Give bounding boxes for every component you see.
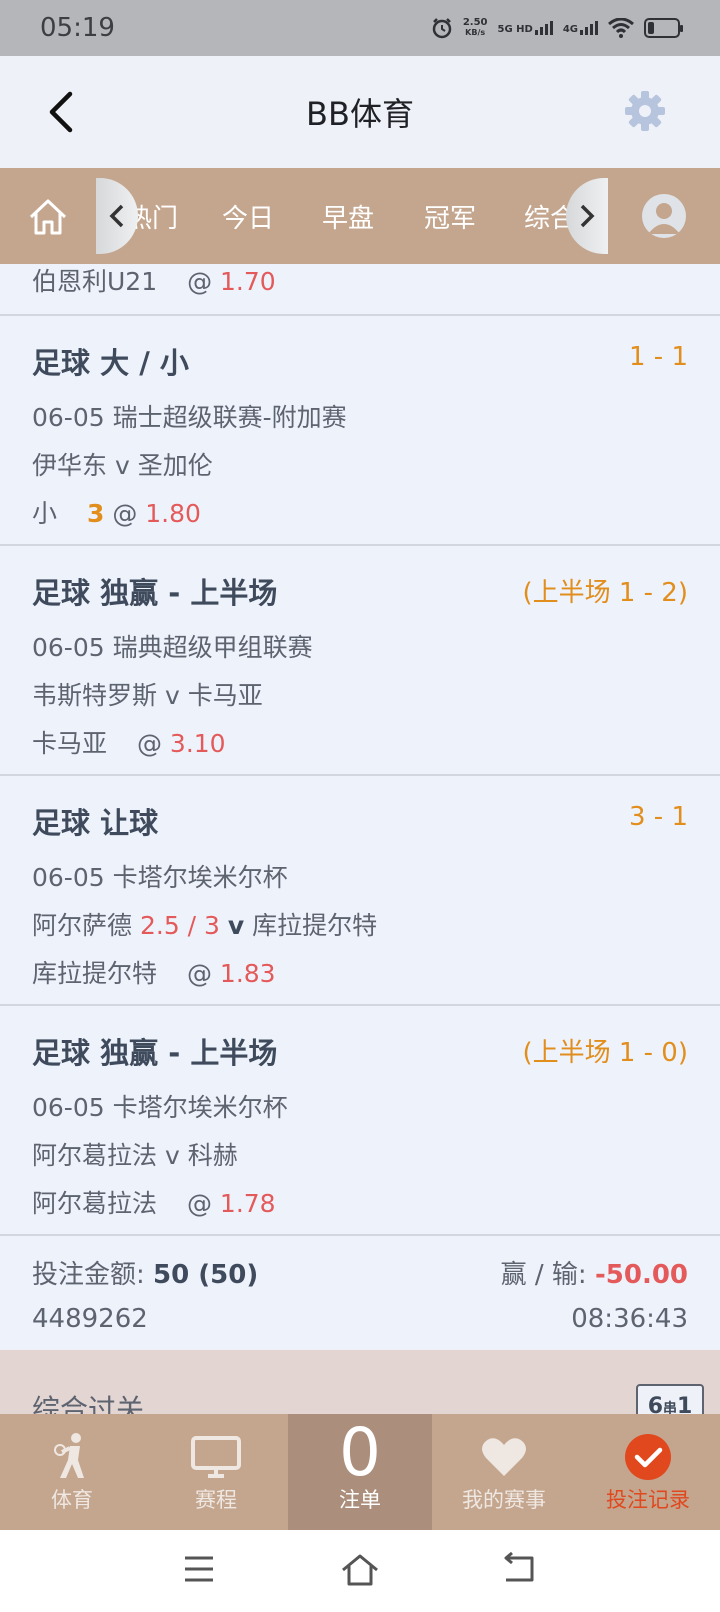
bet-slip-count: 0 — [339, 1414, 381, 1491]
bet-summary: 投注金额: 50 (50) 赢 / 输: -50.00 4489262 08:3… — [0, 1238, 720, 1350]
status-icons: 2.50 KB/s 5G HD 4G — [431, 17, 683, 39]
page-title: BB体育 — [306, 95, 414, 133]
bet-card: 足球 让球 3 - 1 06-05 卡塔尔埃米尔杯 阿尔萨德 2.5 / 3 v… — [0, 778, 720, 1006]
tab-schedule[interactable]: 赛程 — [144, 1414, 288, 1530]
ticket-id: 4489262 — [32, 1304, 148, 1334]
match-league: 06-05 卡塔尔埃米尔杯 — [32, 1093, 288, 1122]
bet-row-partial: 伯恩利U21 @ 1.70 — [0, 264, 720, 316]
status-bar: 05:19 2.50 KB/s 5G HD 4G — [0, 0, 720, 56]
tab-my-events-label: 我的赛事 — [462, 1488, 546, 1512]
tab-bet-records-label: 投注记录 — [606, 1488, 690, 1512]
match-score: (上半场 1 - 0) — [522, 1038, 688, 1068]
home-nav-icon[interactable] — [340, 1552, 380, 1588]
tab-my-events[interactable]: 我的赛事 — [432, 1414, 576, 1530]
match-teams: 伊华东 v 圣加伦 — [32, 451, 213, 480]
match-league: 06-05 瑞典超级甲组联赛 — [32, 633, 313, 662]
tab-early[interactable]: 早盘 — [322, 198, 374, 235]
match-score: 1 - 1 — [629, 342, 688, 372]
bet-type: 足球 独赢 - 上半场 — [32, 1036, 278, 1070]
odds-value: 1.80 — [145, 499, 201, 528]
bet-selection: 小 3 @ 1.80 — [32, 499, 201, 528]
bet-card: 足球 独赢 - 上半场 (上半场 1 - 0) 06-05 卡塔尔埃米尔杯 阿尔… — [0, 1008, 720, 1236]
handicap-value: 2.5 / 3 — [139, 911, 220, 940]
tab-sports-label: 体育 — [51, 1488, 93, 1512]
back-arrow-icon[interactable] — [42, 88, 82, 136]
tab-bet-slip-label: 注单 — [339, 1488, 381, 1512]
odds-value: 3.10 — [169, 729, 226, 758]
battery-icon — [644, 18, 683, 38]
odds-value: 1.78 — [219, 1189, 276, 1218]
bet-type: 足球 让球 — [32, 806, 159, 840]
monitor-icon — [191, 1436, 241, 1478]
app-header: BB体育 — [0, 56, 720, 168]
signal-5g-icon: 5G HD — [498, 21, 553, 35]
system-nav-bar — [0, 1530, 720, 1612]
alarm-icon — [432, 18, 452, 39]
team-name: 伯恩利U21 — [32, 267, 158, 296]
match-league: 06-05 瑞士超级联赛-附加赛 — [32, 403, 347, 432]
match-teams: 阿尔萨德 2.5 / 3 v 库拉提尔特 — [32, 911, 378, 940]
bet-type: 足球 大 / 小 — [32, 346, 189, 380]
bet-selection: 卡马亚 @ 3.10 — [32, 729, 226, 758]
match-teams: 韦斯特罗斯 v 卡马亚 — [32, 681, 263, 710]
parlay-badge: 6串1 — [636, 1384, 704, 1414]
stake-amount: 投注金额: 50 (50) — [32, 1260, 259, 1290]
signal-4g-icon: 4G — [563, 21, 598, 35]
user-avatar-button[interactable] — [642, 194, 686, 238]
bet-selection: 库拉提尔特 @ 1.83 — [32, 959, 276, 988]
tab-bet-slip[interactable]: 0 注单 — [288, 1414, 432, 1530]
tab-schedule-label: 赛程 — [195, 1488, 237, 1512]
wifi-icon — [608, 18, 634, 38]
bet-selection: 阿尔葛拉法 @ 1.78 — [32, 1189, 276, 1218]
category-nav: 热门 今日 早盘 冠军 综合过关 — [0, 168, 720, 264]
basketball-player-icon — [54, 1433, 84, 1478]
menu-icon[interactable] — [182, 1552, 216, 1586]
odds-value: 1.83 — [219, 959, 276, 988]
bet-details: 伯恩利U21 @ 1.70 足球 大 / 小 1 - 1 06-05 瑞士超级联… — [0, 264, 720, 1414]
match-score: 3 - 1 — [629, 802, 688, 832]
match-teams: 阿尔葛拉法 v 科赫 — [32, 1141, 238, 1170]
parlay-title: 综合过关 — [32, 1393, 145, 1414]
check-circle-icon — [625, 1434, 671, 1480]
tab-champion[interactable]: 冠军 — [424, 198, 476, 235]
parlay-section-header: 综合过关 6串1 — [0, 1350, 720, 1414]
bet-type: 足球 独赢 - 上半场 — [32, 576, 278, 610]
tab-today[interactable]: 今日 — [222, 198, 274, 235]
status-time: 05:19 — [40, 13, 115, 43]
home-icon[interactable] — [28, 198, 68, 236]
chevron-right-icon — [580, 204, 595, 228]
tab-bet-records[interactable]: 投注记录 — [576, 1414, 720, 1530]
bet-card: 足球 独赢 - 上半场 (上半场 1 - 2) 06-05 瑞典超级甲组联赛 韦… — [0, 548, 720, 776]
win-loss: 赢 / 输: -50.00 — [500, 1260, 688, 1290]
user-icon — [648, 203, 680, 234]
gear-icon[interactable] — [624, 90, 666, 132]
back-nav-icon[interactable] — [500, 1552, 538, 1586]
match-league: 06-05 卡塔尔埃米尔杯 — [32, 863, 288, 892]
tab-sports[interactable]: 体育 — [0, 1414, 144, 1530]
bet-time: 08:36:43 — [571, 1304, 688, 1334]
bottom-tab-bar: 体育 赛程 0 注单 我的赛事 投注记录 — [0, 1414, 720, 1530]
chevron-left-icon — [109, 204, 124, 228]
category-tabs: 热门 今日 早盘 冠军 综合过关 — [96, 168, 608, 264]
net-speed: 2.50 KB/s — [462, 17, 488, 38]
bet-card: 足球 大 / 小 1 - 1 06-05 瑞士超级联赛-附加赛 伊华东 v 圣加… — [0, 318, 720, 546]
odds-value: 1.70 — [220, 267, 276, 296]
match-score: (上半场 1 - 2) — [522, 578, 688, 608]
heart-icon — [482, 1438, 526, 1476]
